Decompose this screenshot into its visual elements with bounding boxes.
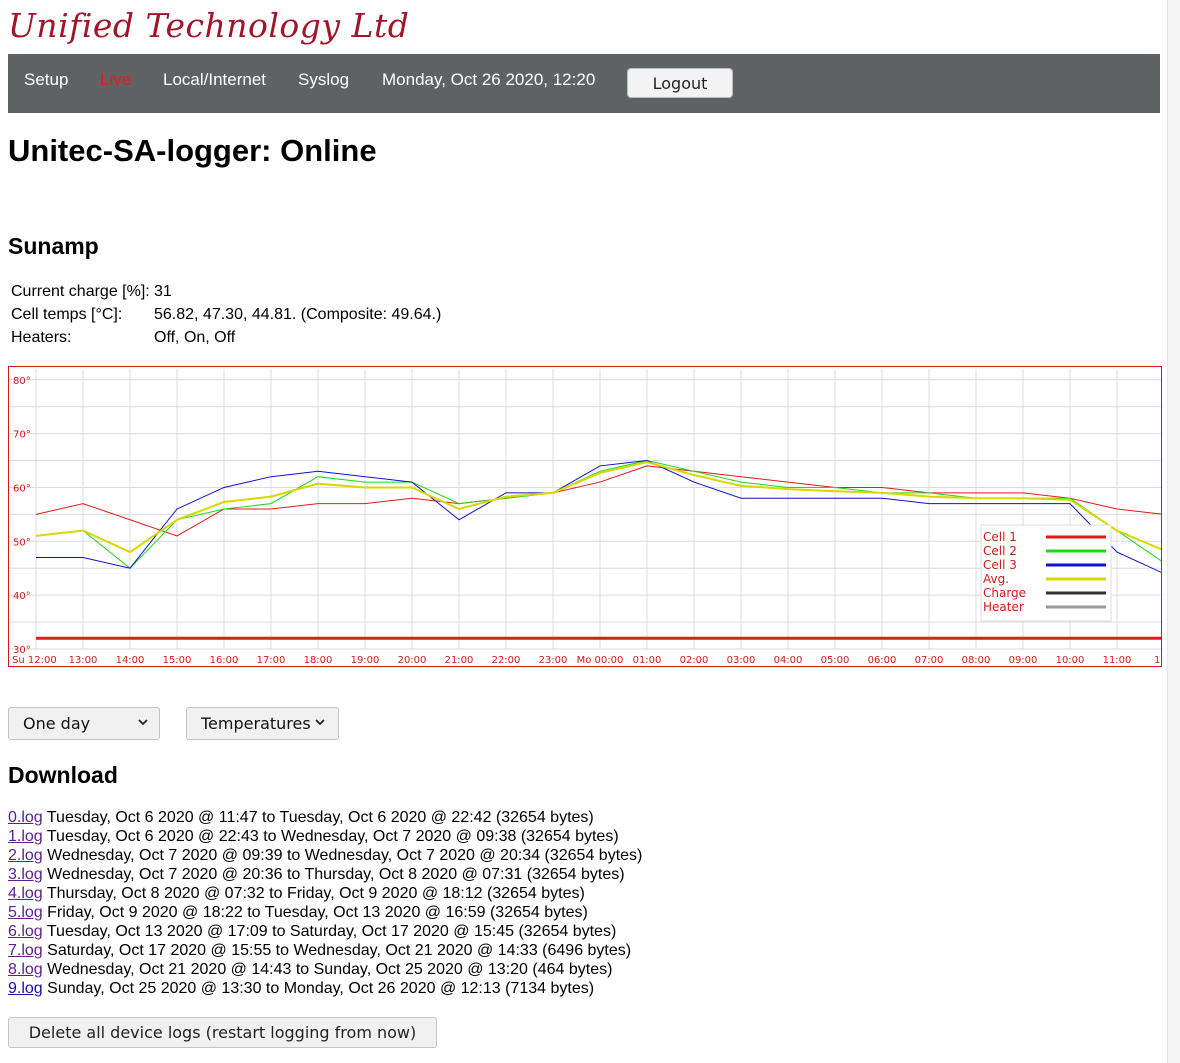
nav-setup[interactable]: Setup	[24, 70, 68, 90]
top-navbar: Setup Live Local/Internet Syslog Monday,…	[8, 54, 1160, 113]
y-tick-label: 50°	[13, 537, 31, 548]
x-tick-label: 02:00	[680, 655, 709, 666]
x-tick-label: 08:00	[962, 655, 991, 666]
x-tick-label: 23:00	[539, 655, 568, 666]
legend-label: Heater	[983, 600, 1024, 614]
section-heading-download: Download	[8, 762, 118, 788]
legend-label: Cell 3	[983, 558, 1017, 572]
log-file-link[interactable]: 0.log	[8, 809, 43, 826]
legend-label: Charge	[983, 586, 1026, 600]
x-tick-label: 01:00	[633, 655, 662, 666]
x-tick-label: 22:00	[492, 655, 521, 666]
log-file-link[interactable]: 1.log	[8, 828, 43, 845]
nav-live[interactable]: Live	[100, 70, 131, 90]
info-value: 56.82, 47.30, 44.81. (Composite: 49.64.)	[154, 306, 442, 323]
info-value: Off, On, Off	[154, 329, 236, 346]
log-row: 7.log Saturday, Oct 17 2020 @ 15:55 to W…	[8, 941, 642, 960]
log-row: 2.log Wednesday, Oct 7 2020 @ 09:39 to W…	[8, 846, 642, 865]
log-row: 1.log Tuesday, Oct 6 2020 @ 22:43 to Wed…	[8, 827, 642, 846]
temperature-chart: 30° 40° 50° 60° 70° 80° Su 12:00 13:00 14:00 15:0…	[8, 366, 1162, 667]
x-tick-label: 09:00	[1009, 655, 1038, 666]
log-row: 6.log Tuesday, Oct 13 2020 @ 17:09 to Sa…	[8, 922, 642, 941]
log-file-link[interactable]: 6.log	[8, 923, 43, 940]
x-tick-label: 05:00	[821, 655, 850, 666]
y-tick-label: 80°	[13, 376, 31, 387]
mode-select[interactable]: Temperatures	[186, 707, 339, 740]
log-row: 3.log Wednesday, Oct 7 2020 @ 20:36 to T…	[8, 865, 642, 884]
x-tick-label: 15:00	[163, 655, 192, 666]
x-tick-label: 12	[1154, 655, 1161, 666]
y-tick-label: 60°	[13, 483, 31, 494]
chevron-down-icon	[138, 719, 148, 726]
log-row: 4.log Thursday, Oct 8 2020 @ 07:32 to Fr…	[8, 884, 642, 903]
info-label: Cell temps [°C]:	[11, 306, 123, 323]
log-file-link[interactable]: 7.log	[8, 942, 43, 959]
device-title: Unitec-SA-logger: Online	[8, 133, 377, 168]
range-select[interactable]: One day	[8, 707, 160, 740]
log-description: Friday, Oct 9 2020 @ 18:22 to Tuesday, O…	[42, 904, 588, 921]
log-description: Tuesday, Oct 6 2020 @ 11:47 to Tuesday, …	[42, 809, 594, 826]
info-label: Current charge [%]:	[11, 283, 150, 300]
x-tick-label: 19:00	[351, 655, 380, 666]
legend-label: Avg.	[983, 572, 1009, 586]
x-tick-label: 13:00	[69, 655, 98, 666]
section-heading-sunamp: Sunamp	[8, 233, 99, 259]
logout-button[interactable]: Logout	[627, 68, 733, 98]
log-file-link[interactable]: 3.log	[8, 866, 43, 883]
log-description: Saturday, Oct 17 2020 @ 15:55 to Wednesd…	[42, 942, 632, 959]
log-description: Tuesday, Oct 6 2020 @ 22:43 to Wednesday…	[42, 828, 619, 845]
x-tick-label: 14:00	[116, 655, 145, 666]
log-file-link[interactable]: 2.log	[8, 847, 43, 864]
x-tick-label: 03:00	[727, 655, 756, 666]
log-file-link[interactable]: 4.log	[8, 885, 43, 902]
x-tick-label: 18:00	[304, 655, 333, 666]
x-tick-label: 10:00	[1056, 655, 1085, 666]
page-scrollbar[interactable]	[1167, 0, 1180, 1063]
y-tick-label: 70°	[13, 430, 31, 441]
brand-logo: Unified Technology Ltd	[8, 6, 410, 45]
legend-label: Cell 2	[983, 544, 1017, 558]
y-tick-label: 40°	[13, 591, 31, 602]
x-tick-label: Su 12:00	[12, 655, 57, 666]
log-list: 0.log Tuesday, Oct 6 2020 @ 11:47 to Tue…	[8, 808, 642, 998]
legend-label: Cell 1	[983, 530, 1017, 544]
log-description: Sunday, Oct 25 2020 @ 13:30 to Monday, O…	[42, 980, 595, 997]
chevron-down-icon	[315, 719, 325, 726]
log-row: 8.log Wednesday, Oct 21 2020 @ 14:43 to …	[8, 960, 642, 979]
info-value: 31	[154, 283, 172, 300]
x-tick-label: 04:00	[774, 655, 803, 666]
log-description: Thursday, Oct 8 2020 @ 07:32 to Friday, …	[42, 885, 585, 902]
x-tick-label: 06:00	[868, 655, 897, 666]
x-tick-label: 07:00	[915, 655, 944, 666]
log-file-link[interactable]: 9.log	[8, 980, 43, 997]
log-row: 5.log Friday, Oct 9 2020 @ 18:22 to Tues…	[8, 903, 642, 922]
log-description: Tuesday, Oct 13 2020 @ 17:09 to Saturday…	[42, 923, 617, 940]
log-description: Wednesday, Oct 7 2020 @ 09:39 to Wednesd…	[42, 847, 643, 864]
nav-syslog[interactable]: Syslog	[298, 70, 349, 90]
x-tick-label: 21:00	[445, 655, 474, 666]
log-file-link[interactable]: 8.log	[8, 961, 43, 978]
log-row: 9.log Sunday, Oct 25 2020 @ 13:30 to Mon…	[8, 979, 642, 998]
delete-logs-button[interactable]: Delete all device logs (restart logging …	[8, 1017, 437, 1048]
x-tick-label: 17:00	[257, 655, 286, 666]
nav-local-internet[interactable]: Local/Internet	[163, 70, 266, 90]
range-select-value: One day	[23, 714, 91, 733]
x-tick-label: 11:00	[1103, 655, 1132, 666]
x-tick-label: Mo 00:00	[577, 655, 624, 666]
x-tick-label: 16:00	[210, 655, 239, 666]
nav-datetime: Monday, Oct 26 2020, 12:20	[382, 70, 596, 89]
info-label: Heaters:	[11, 329, 72, 346]
log-description: Wednesday, Oct 7 2020 @ 20:36 to Thursda…	[42, 866, 625, 883]
log-description: Wednesday, Oct 21 2020 @ 14:43 to Sunday…	[42, 961, 613, 978]
temperature-chart-svg: 30°40°50°60°70°80°Su 12:00 13:00 14:00 15:0…	[9, 369, 1161, 666]
mode-select-value: Temperatures	[201, 714, 311, 733]
log-row: 0.log Tuesday, Oct 6 2020 @ 11:47 to Tue…	[8, 808, 642, 827]
log-file-link[interactable]: 5.log	[8, 904, 43, 921]
x-tick-label: 20:00	[398, 655, 427, 666]
